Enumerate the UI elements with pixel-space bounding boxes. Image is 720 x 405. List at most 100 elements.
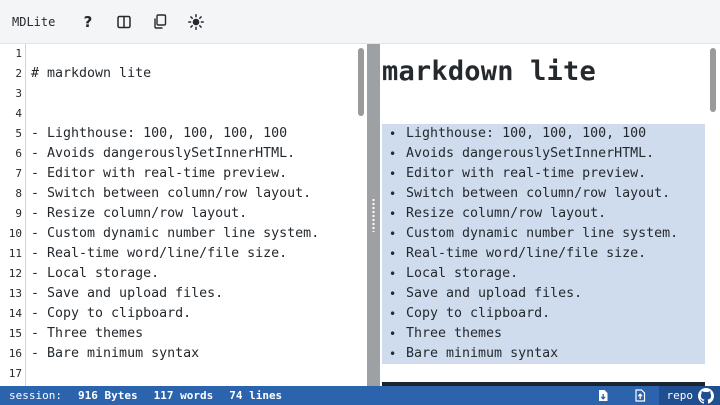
preview-list-item-text: Save and upload files.	[406, 286, 583, 301]
session-label: session:	[9, 389, 62, 402]
line-number: 3	[15, 87, 22, 100]
layout-toggle-button[interactable]	[106, 0, 142, 44]
preview-list-item-text: Lighthouse: 100, 100, 100, 100	[406, 126, 647, 141]
preview-list-item-text: Switch between column/row layout.	[406, 186, 671, 201]
line-number: 9	[15, 207, 22, 220]
drag-handle-icon[interactable]	[371, 198, 376, 232]
line-number: 1	[15, 47, 22, 60]
editor-line[interactable]: - Local storage.	[31, 264, 353, 284]
editor-line[interactable]	[31, 44, 353, 64]
line-number: 7	[15, 167, 22, 180]
repo-link[interactable]: repo	[658, 386, 720, 405]
upload-button[interactable]	[622, 386, 659, 405]
editor-line[interactable]: # markdown lite	[31, 64, 353, 84]
line-number: 11	[8, 247, 22, 260]
editor-line[interactable]	[31, 104, 353, 124]
editor-line[interactable]: - Real-time word/line/file size.	[31, 244, 353, 264]
preview-list-item: • Lighthouse: 100, 100, 100, 100	[389, 124, 678, 144]
bullet-icon: •	[389, 187, 397, 201]
preview-list-item: • Custom dynamic number line system.	[389, 224, 679, 244]
line-number: 5	[15, 127, 22, 140]
status-bar: session: 916 Bytes 117 words 74 lines re…	[0, 386, 720, 405]
bullet-icon: •	[389, 347, 397, 361]
preview-list-item-text: Editor with real-time preview.	[406, 166, 647, 181]
preview-list-item: • Switch between column/row layout.	[389, 184, 678, 204]
help-icon: ?	[83, 12, 93, 31]
bullet-icon: •	[389, 147, 397, 161]
bullet-icon: •	[389, 127, 397, 141]
bullet-icon: •	[389, 247, 397, 261]
preview-list-item-text: Copy to clipboard.	[406, 306, 551, 321]
line-number: 8	[15, 187, 22, 200]
editor-scrollbar[interactable]	[358, 48, 364, 116]
line-number-gutter: 1 2 3 4 5 6 7 8 9 10 11 12 13 14 15 16 17	[0, 44, 26, 386]
download-icon	[599, 390, 608, 401]
editor-line[interactable]	[31, 84, 353, 104]
bullet-icon: •	[389, 307, 397, 321]
bullet-icon: •	[389, 227, 397, 241]
editor-line[interactable]: - Switch between column/row layout.	[31, 184, 353, 204]
repo-label: repo	[666, 389, 694, 402]
theme-sun-icon	[188, 13, 204, 30]
editor-line[interactable]: - Editor with real-time preview.	[31, 164, 353, 184]
app-title: MDLite	[12, 14, 56, 29]
bullet-icon: •	[389, 327, 397, 341]
word-count: 117 words	[153, 389, 214, 402]
preview-list-item: • Resize column/row layout.	[389, 204, 678, 224]
editor-line[interactable]: - Bare minimum syntax	[31, 344, 353, 364]
download-button[interactable]	[585, 386, 622, 405]
preview-list-item-text: Three themes	[406, 326, 503, 341]
github-icon	[698, 387, 714, 404]
editor-line[interactable]: - Avoids dangerouslySetInnerHTML.	[31, 144, 353, 164]
bullet-icon: •	[389, 267, 397, 281]
copy-button[interactable]	[142, 0, 178, 44]
markdown-preview: markdown lite • Lighthouse: 100, 100, 100…	[380, 44, 720, 386]
editor-line[interactable]: - Three themes	[31, 324, 353, 344]
preview-list-item: • Real-time word/line/file size.	[389, 244, 678, 264]
editor-text[interactable]: # markdown lite - Lighthouse: 100, 100, 1…	[31, 44, 353, 384]
preview-list-item: • Avoids dangerouslySetInnerHTML.	[389, 144, 678, 164]
line-number: 13	[8, 287, 22, 300]
line-number: 4	[15, 107, 22, 120]
preview-list-item-text: Bare minimum syntax	[406, 346, 559, 361]
line-number: 14	[8, 307, 22, 320]
preview-list-item: • Bare minimum syntax	[389, 344, 678, 364]
help-button[interactable]: ?	[70, 0, 106, 44]
upload-icon	[635, 389, 646, 402]
bullet-icon: •	[389, 287, 397, 301]
preview-list-item: • Three themes	[389, 324, 678, 344]
preview-list: • Lighthouse: 100, 100, 100, 100 • Avoids d…	[389, 124, 679, 364]
preview-list-item-text: Custom dynamic number line system.	[406, 226, 679, 241]
bullet-icon: •	[389, 167, 397, 181]
bullet-icon: •	[389, 207, 397, 221]
toolbar: MDLite ?	[0, 0, 720, 44]
preview-list-item-text: Resize column/row layout.	[406, 206, 607, 221]
line-number: 2	[15, 67, 22, 80]
line-number: 15	[8, 327, 22, 340]
line-number: 16	[8, 347, 22, 360]
editor-line[interactable]: - Copy to clipboard.	[31, 304, 353, 324]
line-number: 6	[15, 147, 22, 160]
resize-divider[interactable]	[367, 44, 380, 386]
editor-line[interactable]	[31, 364, 353, 384]
editor-line[interactable]: - Resize column/row layout.	[31, 204, 353, 224]
theme-toggle-button[interactable]	[178, 0, 214, 44]
editor-line[interactable]: - Lighthouse: 100, 100, 100, 100	[31, 124, 353, 144]
preview-list-item-text: Local storage.	[406, 266, 519, 281]
preview-list-item: • Copy to clipboard.	[389, 304, 678, 324]
file-size: 916 Bytes	[77, 389, 138, 402]
line-number: 17	[8, 367, 22, 380]
editor-line[interactable]: - Save and upload files.	[31, 284, 353, 304]
preview-list-item: • Local storage.	[389, 264, 678, 284]
preview-list-item-text: Real-time word/line/file size.	[406, 246, 647, 261]
line-number: 10	[8, 227, 22, 240]
editor-line[interactable]: - Custom dynamic number line system.	[31, 224, 353, 244]
markdown-editor[interactable]: 1 2 3 4 5 6 7 8 9 10 11 12 13 14 15 16 17 # markdown lit…	[0, 44, 367, 386]
line-count: 74 lines	[229, 389, 283, 402]
preview-list-item: • Editor with real-time preview.	[389, 164, 678, 184]
preview-scrollbar[interactable]	[710, 48, 716, 112]
preview-list-item-text: Avoids dangerouslySetInnerHTML.	[406, 146, 655, 161]
copy-icon	[154, 14, 167, 29]
layout-columns-icon	[117, 15, 131, 28]
line-number: 12	[8, 267, 22, 280]
